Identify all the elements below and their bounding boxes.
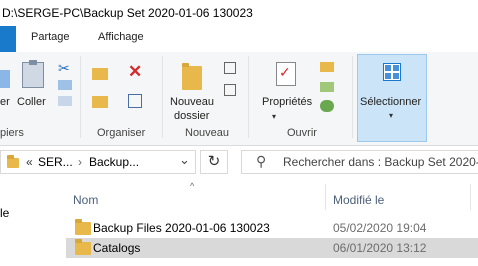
new-group-label: Nouveau <box>185 127 230 139</box>
delete-icon[interactable]: ✕ <box>128 62 142 82</box>
new-folder-label-2[interactable]: dossier <box>174 110 209 122</box>
copy-to-icon[interactable] <box>92 96 108 108</box>
copy-icon <box>0 70 10 88</box>
ribbon-tabs <box>0 26 478 52</box>
open-group-label: Ouvrir <box>287 127 317 139</box>
properties-icon: ✓ <box>276 62 296 86</box>
column-header-modified[interactable]: Modifié le <box>333 193 384 207</box>
history-icon[interactable] <box>320 100 334 112</box>
group-divider <box>352 56 353 138</box>
new-folder-icon <box>182 63 202 90</box>
copy-path-icon[interactable] <box>58 80 72 90</box>
select-label: Sélectionner <box>360 96 422 108</box>
address-segment-2[interactable]: Backup... <box>89 155 139 169</box>
edit-icon[interactable] <box>320 82 334 92</box>
file-name: Catalogs <box>93 241 141 255</box>
search-input[interactable]: Rechercher dans : Backup Set 2020-01 <box>283 155 478 169</box>
address-segment-1[interactable]: SER... <box>38 155 73 169</box>
address-folder-icon <box>7 155 19 168</box>
tab-affichage[interactable]: Affichage <box>98 31 144 43</box>
table-row[interactable]: Catalogs 06/01/2020 13:12 <box>66 238 478 258</box>
properties-button[interactable]: Propriétés <box>262 96 312 108</box>
window-title: D:\SERGE-PC\Backup Set 2020-01-06 130023 <box>2 6 253 20</box>
open-icon[interactable] <box>320 62 334 72</box>
refresh-button[interactable]: ↻ <box>200 150 228 174</box>
address-bar[interactable]: « SER... › Backup... ⌄ <box>0 150 196 174</box>
search-box[interactable]: ⚲ Rechercher dans : Backup Set 2020-01 <box>241 150 478 174</box>
address-separator: › <box>78 155 82 169</box>
scissors-icon[interactable]: ✂ <box>58 60 70 77</box>
table-row[interactable]: Backup Files 2020-01-06 130023 05/02/202… <box>66 218 478 238</box>
folder-icon <box>75 219 91 235</box>
organize-group-label: Organiser <box>97 127 146 139</box>
sort-indicator-icon: ^ <box>190 181 195 191</box>
new-item-icon[interactable] <box>224 62 236 74</box>
refresh-icon: ↻ <box>207 153 221 170</box>
column-divider[interactable] <box>325 184 326 210</box>
folder-icon <box>75 239 91 255</box>
column-divider[interactable] <box>470 184 471 210</box>
easy-access-icon[interactable] <box>224 84 236 96</box>
properties-dropdown-icon[interactable]: ▾ <box>272 112 276 121</box>
clipboard-group-label: piers <box>0 127 24 139</box>
column-header-name[interactable]: Nom <box>73 193 98 207</box>
address-overflow[interactable]: « <box>26 155 33 169</box>
select-button[interactable]: Sélectionner ▾ <box>357 54 427 142</box>
move-to-icon[interactable] <box>92 68 108 80</box>
nav-pane-item[interactable]: le <box>0 206 9 220</box>
file-name: Backup Files 2020-01-06 130023 <box>93 221 270 235</box>
group-divider <box>80 56 81 138</box>
group-divider <box>162 56 163 138</box>
paste-button[interactable]: Coller <box>17 96 46 108</box>
address-dropdown-icon[interactable]: ⌄ <box>179 152 190 168</box>
rename-icon[interactable] <box>128 94 142 108</box>
select-grid-icon <box>383 63 401 81</box>
title-bar: D:\SERGE-PC\Backup Set 2020-01-06 130023 <box>0 0 478 26</box>
file-modified: 06/01/2020 13:12 <box>333 241 427 255</box>
search-icon: ⚲ <box>256 153 267 169</box>
select-dropdown-icon: ▾ <box>389 111 394 120</box>
group-divider <box>248 56 249 138</box>
copy-button[interactable]: er <box>0 96 10 108</box>
paste-icon <box>22 60 44 88</box>
new-folder-label-1[interactable]: Nouveau <box>170 96 214 108</box>
paste-shortcut-icon[interactable] <box>58 96 72 106</box>
file-modified: 05/02/2020 19:04 <box>333 221 427 235</box>
tab-file[interactable] <box>0 26 16 52</box>
tab-partage[interactable]: Partage <box>31 31 70 43</box>
